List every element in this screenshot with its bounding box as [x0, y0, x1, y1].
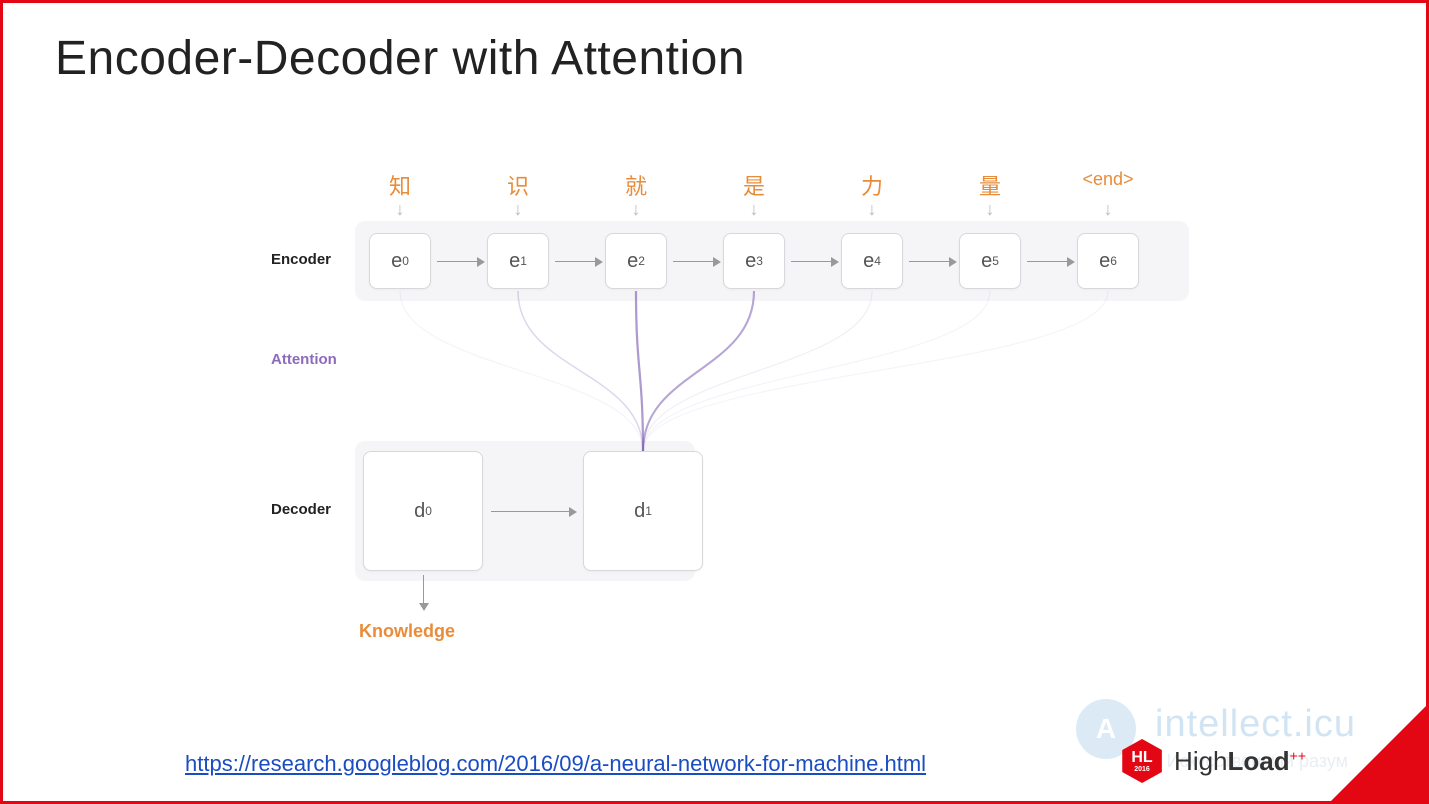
slide: Encoder-Decoder with Attention Encoder A…: [0, 0, 1429, 804]
corner-accent-icon: [1331, 706, 1426, 801]
encoder-cell: e1: [487, 233, 549, 289]
arrow-down-icon: ↓: [724, 199, 784, 220]
logo-text: HighLoad++: [1174, 746, 1306, 777]
logo-hex-text: HL: [1131, 750, 1152, 766]
logo-hex-year: 2016: [1134, 766, 1150, 773]
logo-hex-icon: HL 2016: [1120, 739, 1164, 783]
decoder-cell: d0: [363, 451, 483, 571]
input-token: 力: [842, 169, 902, 201]
logo-text-light: High: [1174, 746, 1227, 776]
encoder-cell: e0: [369, 233, 431, 289]
attention-label: Attention: [271, 351, 337, 368]
encoder-cell: e4: [841, 233, 903, 289]
encoder-decoder-diagram: Encoder Attention Decoder Knowledge 知↓e0…: [251, 151, 1201, 681]
arrow-right-icon: [491, 511, 571, 512]
arrow-down-icon: ↓: [488, 199, 548, 220]
decoder-label: Decoder: [271, 501, 331, 518]
encoder-cell: e6: [1077, 233, 1139, 289]
arrow-right-icon: [437, 261, 479, 262]
encoder-cell: e2: [605, 233, 667, 289]
input-token: 量: [960, 169, 1020, 201]
arrow-right-icon: [909, 261, 951, 262]
arrow-down-icon: ↓: [370, 199, 430, 220]
arrow-down-icon: [423, 575, 424, 605]
slide-title: Encoder-Decoder with Attention: [3, 3, 1426, 86]
arrow-down-icon: ↓: [606, 199, 666, 220]
conference-logo: HL 2016 HighLoad++: [1120, 739, 1306, 783]
input-token: <end>: [1078, 169, 1138, 190]
decoder-cell: d1: [583, 451, 703, 571]
arrow-down-icon: ↓: [842, 199, 902, 220]
arrow-down-icon: ↓: [960, 199, 1020, 220]
input-token: 知: [370, 169, 430, 201]
arrow-right-icon: [1027, 261, 1069, 262]
input-token: 识: [488, 169, 548, 201]
arrow-down-icon: ↓: [1078, 199, 1138, 220]
arrow-right-icon: [555, 261, 597, 262]
logo-text-suffix: ++: [1290, 747, 1306, 763]
source-link[interactable]: https://research.googleblog.com/2016/09/…: [185, 751, 926, 777]
logo-text-bold: Load: [1228, 746, 1290, 776]
input-token: 就: [606, 169, 666, 201]
arrow-right-icon: [791, 261, 833, 262]
encoder-label: Encoder: [271, 251, 331, 268]
encoder-cell: e3: [723, 233, 785, 289]
output-knowledge-label: Knowledge: [359, 621, 455, 642]
encoder-cell: e5: [959, 233, 1021, 289]
arrow-right-icon: [673, 261, 715, 262]
input-token: 是: [724, 169, 784, 201]
